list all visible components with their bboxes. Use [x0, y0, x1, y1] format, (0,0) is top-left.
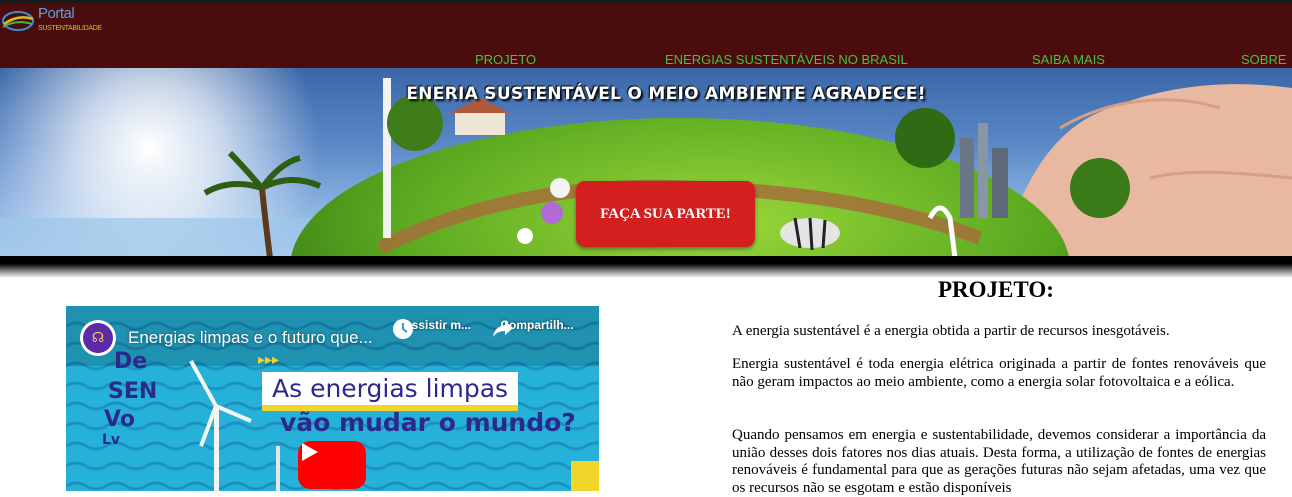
svg-text:Lv: Lv — [102, 432, 120, 448]
watch-later-button[interactable]: Assistir m... — [392, 318, 482, 339]
play-button[interactable] — [298, 441, 366, 489]
logo-title: Portal — [38, 5, 75, 22]
nav-link-saiba-mais[interactable]: SAIBA MAIS — [1032, 52, 1105, 67]
section-paragraph-1: A energia sustentável é a energia obtida… — [732, 323, 1170, 339]
video-title[interactable]: Energias limpas e o futuro que... — [128, 328, 373, 348]
section-title: PROJETO: — [938, 277, 1054, 302]
nav-link-energias-sustentaveis[interactable]: ENERGIAS SUSTENTÁVEIS NO BRASIL — [665, 52, 908, 67]
svg-text:De: De — [114, 349, 147, 374]
section-paragraph-3: Quando pensamos em energia e sustentabil… — [732, 427, 1266, 496]
video-headline-line2: vão mudar o mundo? — [280, 408, 576, 437]
video-headline-line1: As energias limpas — [262, 372, 519, 411]
share-icon — [493, 321, 513, 337]
nav-link-projeto[interactable]: PROJETO — [475, 52, 536, 67]
cta-button[interactable]: FAÇA SUA PARTE! — [576, 181, 755, 247]
svg-text:▸▸▸: ▸▸▸ — [258, 352, 279, 368]
video-embed[interactable]: De SEN Vo Lv ▸▸▸ ☊ Energias limpas e o f… — [66, 306, 599, 491]
channel-logo-icon: ☊ — [83, 323, 113, 353]
hero-title: ENERIA SUSTENTÁVEL O MEIO AMBIENTE AGRAD… — [406, 84, 926, 104]
share-button[interactable]: Compartilh... — [492, 318, 582, 337]
clock-icon — [393, 319, 413, 339]
site-header: Portal SUSTENTABILIDADE PROJETO ENERGIAS… — [0, 0, 1292, 68]
svg-text:Vo: Vo — [104, 407, 135, 432]
section-paragraph-2: Energia sustentável é toda energia elétr… — [732, 356, 1266, 390]
channel-avatar[interactable]: ☊ — [80, 320, 116, 356]
logo-subtitle: SUSTENTABILIDADE — [38, 25, 102, 32]
play-icon — [302, 443, 318, 461]
nav-link-sobre[interactable]: SOBRE — [1241, 52, 1287, 67]
site-logo[interactable]: Portal SUSTENTABILIDADE — [0, 5, 120, 35]
svg-text:SEN: SEN — [108, 379, 157, 404]
hero-banner: ENERIA SUSTENTÁVEL O MEIO AMBIENTE AGRAD… — [0, 68, 1292, 258]
globe-icon — [2, 11, 34, 31]
hero-shadow-divider — [0, 256, 1292, 278]
